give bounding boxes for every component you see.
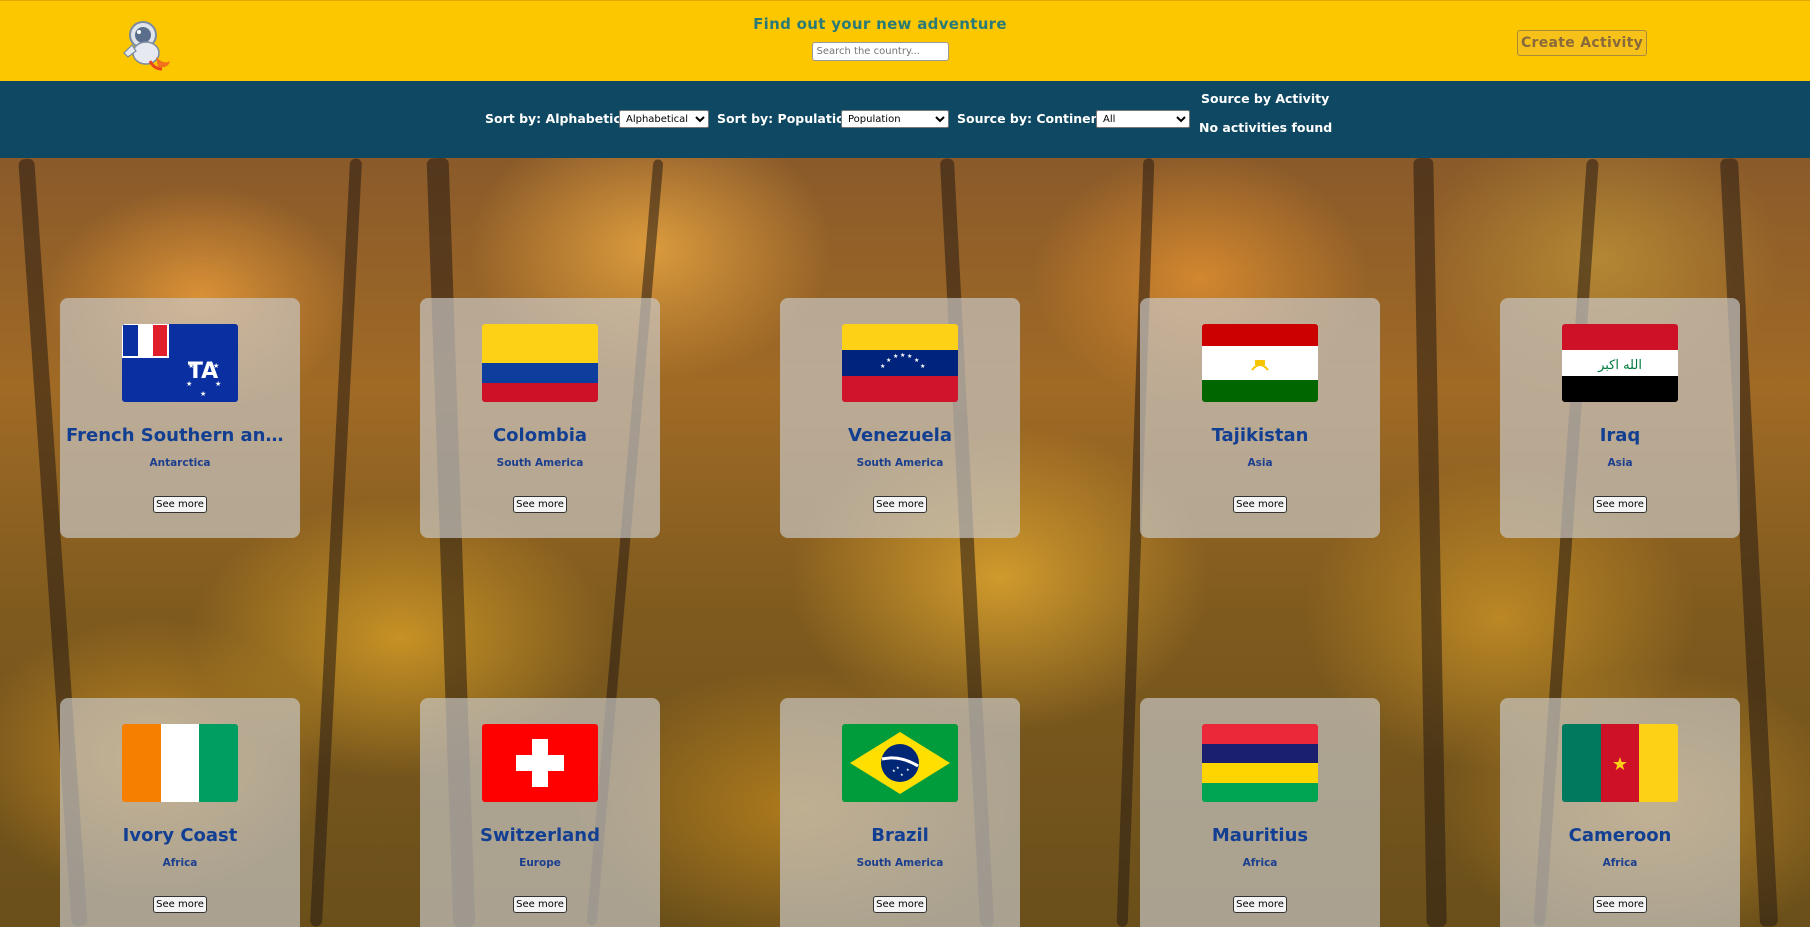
country-card[interactable]: Colombia South America See more xyxy=(420,298,660,538)
country-name: Tajikistan xyxy=(1211,425,1309,446)
activity-status-text: No activities found xyxy=(1199,120,1333,135)
filter-bar: Sort by: Alphabetical Alphabetical Sort … xyxy=(0,81,1810,158)
see-more-button[interactable]: See more xyxy=(1593,896,1647,913)
see-more-button[interactable]: See more xyxy=(873,496,927,513)
country-search-input[interactable] xyxy=(811,42,949,61)
country-continent: Antarctica xyxy=(149,457,211,469)
see-more-button[interactable]: See more xyxy=(153,896,207,913)
svg-text:الله اكبر: الله اكبر xyxy=(1597,358,1642,373)
header-center: Find out your new adventure xyxy=(700,15,1060,61)
continent-filter-select[interactable]: All xyxy=(1096,110,1190,128)
svg-text:★: ★ xyxy=(900,352,905,359)
country-name: Mauritius xyxy=(1211,825,1309,846)
country-flag-image: TA ★ ★ ★ ★ ★ xyxy=(122,324,238,402)
svg-text:★: ★ xyxy=(896,765,900,770)
svg-text:★: ★ xyxy=(914,357,919,364)
sort-alphabetical-select[interactable]: Alphabetical xyxy=(619,110,709,128)
country-continent: South America xyxy=(856,457,944,469)
create-activity-button[interactable]: Create Activity xyxy=(1517,30,1647,56)
country-name: French Southern and Antarctic Lands xyxy=(66,425,294,446)
see-more-button[interactable]: See more xyxy=(1233,896,1287,913)
see-more-button[interactable]: See more xyxy=(873,896,927,913)
country-continent: Africa xyxy=(1602,857,1638,869)
country-continent: Asia xyxy=(1607,457,1633,469)
svg-text:★: ★ xyxy=(893,353,898,360)
svg-text:★: ★ xyxy=(188,362,194,370)
country-continent: Africa xyxy=(162,857,198,869)
country-flag-image: ★ xyxy=(1562,724,1678,802)
country-card[interactable]: ★ ★ ★ ★ Brazil South America See more xyxy=(780,698,1020,927)
country-name: Colombia xyxy=(492,425,588,446)
sort-population-label: Sort by: Population xyxy=(717,111,854,126)
country-flag-image: ★ ★ ★ ★ ★ ★ ★ xyxy=(842,324,958,402)
country-card[interactable]: Ivory Coast Africa See more xyxy=(60,698,300,927)
see-more-button[interactable]: See more xyxy=(153,496,207,513)
country-name: Cameroon xyxy=(1568,825,1672,846)
country-continent: South America xyxy=(856,857,944,869)
svg-text:★: ★ xyxy=(200,390,206,398)
country-card[interactable]: Mauritius Africa See more xyxy=(1140,698,1380,927)
country-flag-image xyxy=(1202,724,1318,802)
country-name: Brazil xyxy=(871,825,929,846)
country-card[interactable]: ★ Cameroon Africa See more xyxy=(1500,698,1740,927)
country-continent: Asia xyxy=(1247,457,1273,469)
continent-filter-label: Source by: Continents xyxy=(957,111,1113,126)
see-more-button[interactable]: See more xyxy=(1593,496,1647,513)
see-more-button[interactable]: See more xyxy=(513,496,567,513)
activity-filter-label: Source by Activity xyxy=(1201,91,1330,106)
country-continent: Europe xyxy=(519,857,561,869)
country-name: Ivory Coast xyxy=(122,825,238,846)
top-header: Find out your new adventure Create Activ… xyxy=(0,0,1810,81)
svg-text:★: ★ xyxy=(900,772,904,777)
country-card[interactable]: Switzerland Europe See more xyxy=(420,698,660,927)
svg-text:★: ★ xyxy=(880,363,885,370)
country-flag-image: ★ ★ ★ ★ xyxy=(842,724,958,802)
country-card[interactable]: الله اكبر Iraq Asia See more xyxy=(1500,298,1740,538)
see-more-button[interactable]: See more xyxy=(1233,496,1287,513)
see-more-button[interactable]: See more xyxy=(513,896,567,913)
country-card[interactable]: ★ ★ ★ ★ ★ ★ ★ Venezuela South America See more xyxy=(780,298,1020,538)
svg-text:★: ★ xyxy=(920,363,925,370)
svg-text:★: ★ xyxy=(215,380,221,388)
country-continent: South America xyxy=(496,457,584,469)
country-flag-image: الله اكبر xyxy=(1562,324,1678,402)
svg-text:★: ★ xyxy=(213,362,219,370)
country-name: Iraq xyxy=(1599,425,1641,446)
sort-alphabetical-label: Sort by: Alphabetical xyxy=(485,111,634,126)
country-card[interactable]: TA★★★★★French Southern and Antarctic Lan… xyxy=(60,298,300,538)
svg-text:★: ★ xyxy=(886,357,891,364)
country-flag-image xyxy=(122,724,238,802)
country-continent: Africa xyxy=(1242,857,1278,869)
country-name: Venezuela xyxy=(848,425,952,446)
country-name: Switzerland xyxy=(480,825,600,846)
sort-population-select[interactable]: Population xyxy=(841,110,949,128)
svg-text:★: ★ xyxy=(186,380,192,388)
svg-text:★: ★ xyxy=(907,353,912,360)
astronaut-logo-icon[interactable] xyxy=(118,17,174,71)
country-flag-image xyxy=(1202,324,1318,402)
country-flag-image xyxy=(482,324,598,402)
page-title: Find out your new adventure xyxy=(753,15,1007,33)
svg-text:★: ★ xyxy=(1612,754,1628,775)
country-flag-image xyxy=(482,724,598,802)
svg-text:★: ★ xyxy=(906,767,910,772)
country-card[interactable]: Tajikistan Asia See more xyxy=(1140,298,1380,538)
